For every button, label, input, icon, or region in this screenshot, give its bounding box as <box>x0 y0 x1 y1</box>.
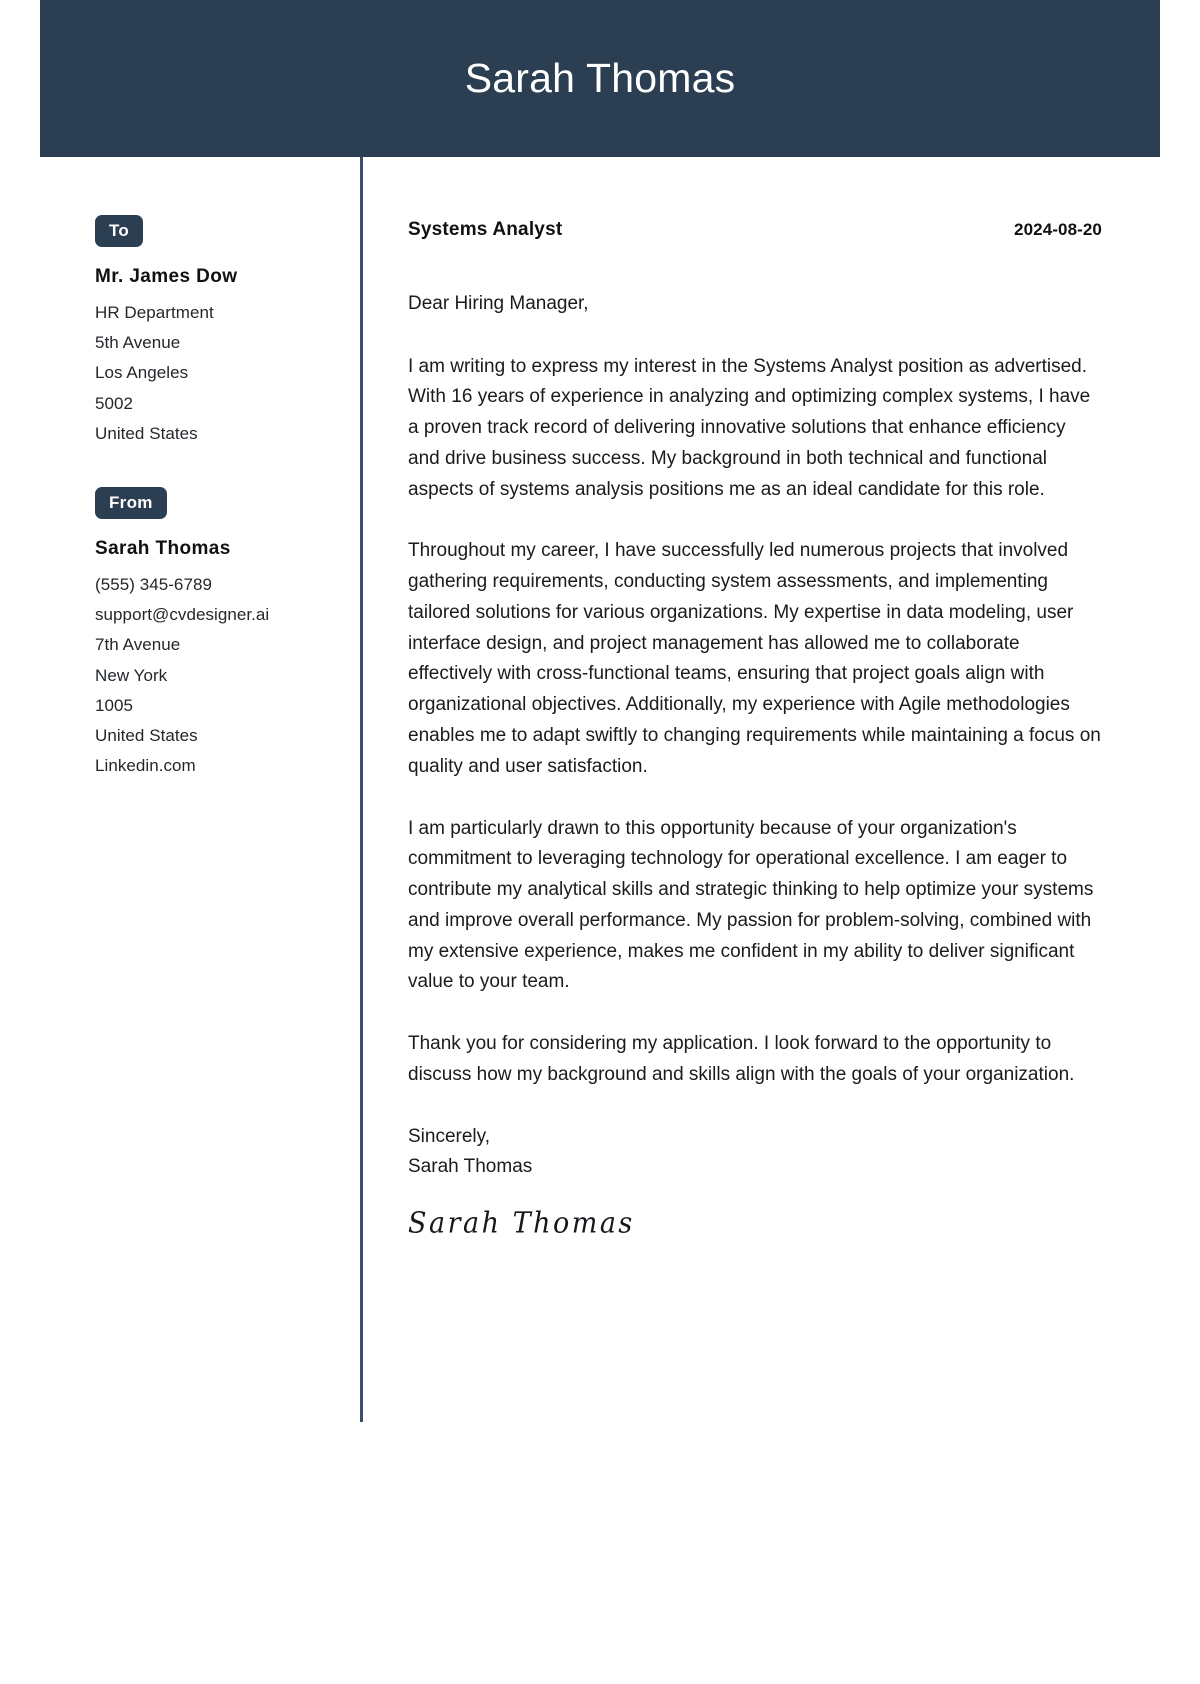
letter-date: 2024-08-20 <box>1014 220 1102 239</box>
sender-name: Sarah Thomas <box>95 538 231 559</box>
sender-city: New York <box>95 665 168 685</box>
recipient-line: United States <box>95 423 198 443</box>
sender-country: United States <box>95 726 198 745</box>
sender-linkedin[interactable]: Linkedin.com <box>95 751 360 781</box>
body-wrapper: To Mr. James Dow HR Department 5th Avenu… <box>40 157 1160 1422</box>
recipient-line: 5002 <box>95 393 134 413</box>
from-badge: From <box>95 487 167 519</box>
sender-block: Sarah Thomas (555) 345-6789 support@cvde… <box>95 537 360 782</box>
sender-email[interactable]: support@cvdesigner.ai <box>95 600 360 630</box>
recipient-block: Mr. James Dow HR Department 5th Avenue L… <box>95 265 360 449</box>
recipient-line: Los Angeles <box>95 363 189 383</box>
job-title: Systems Analyst <box>408 219 563 240</box>
letter-paragraph: Throughout my career, I have successfull… <box>408 540 1101 777</box>
letter-paragraph: I am particularly drawn to this opportun… <box>408 817 1094 993</box>
recipient-name: Mr. James Dow <box>95 266 238 287</box>
sender-phone: (555) 345-6789 <box>95 574 212 594</box>
sender-postcode: 1005 <box>95 695 134 715</box>
cover-letter-page: Sarah Thomas To Mr. James Dow HR Departm… <box>40 0 1160 1684</box>
closing-salutation: Sincerely, <box>408 1125 491 1147</box>
letter-paragraph: I am writing to express my interest in t… <box>408 355 1091 500</box>
recipient-line: HR Department <box>95 302 214 322</box>
recipient-line: 5th Avenue <box>95 333 181 352</box>
letter-header-row: Systems Analyst 2024-08-20 <box>408 219 1102 242</box>
closing-name: Sarah Thomas <box>408 1156 533 1178</box>
letter-paragraph: Thank you for considering my application… <box>408 1033 1075 1085</box>
to-badge: To <box>95 215 144 247</box>
letter-body: Systems Analyst 2024-08-20 Dear Hiring M… <box>363 157 1160 1239</box>
sender-street: 7th Avenue <box>95 635 181 655</box>
handwritten-signature: Sarah Thomas <box>408 1207 635 1241</box>
page-title: Sarah Thomas <box>464 55 736 101</box>
salutation: Dear Hiring Manager, <box>408 292 589 314</box>
contact-sidebar: To Mr. James Dow HR Department 5th Avenu… <box>40 157 360 782</box>
header-banner: Sarah Thomas <box>40 0 1160 157</box>
